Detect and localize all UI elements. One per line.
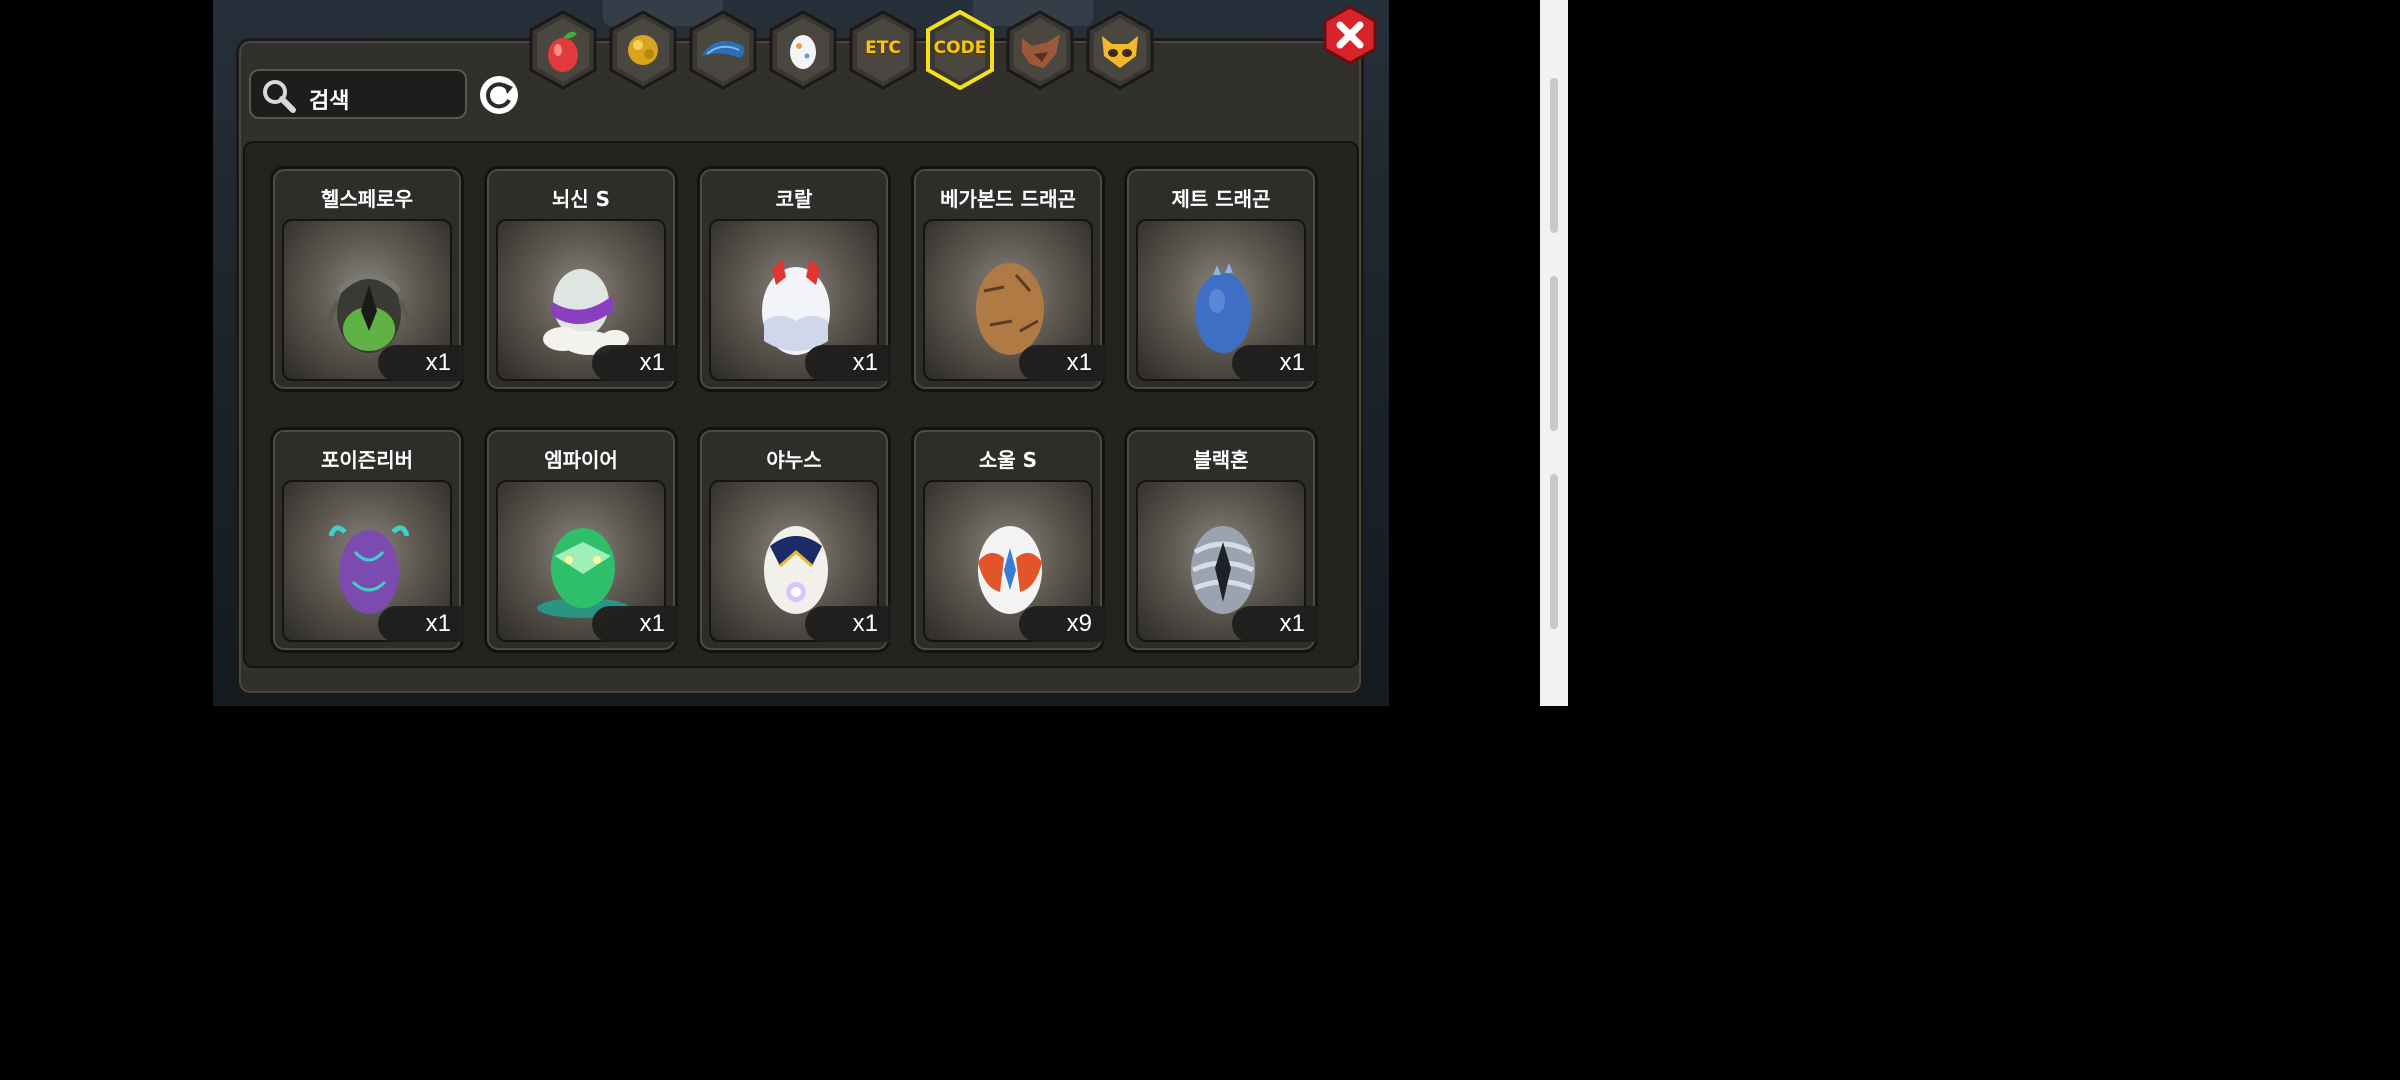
count-badge <box>378 606 464 642</box>
item-card[interactable]: 포이즌리버 x1 <box>270 427 464 653</box>
item-count: x1 <box>1279 610 1305 637</box>
scroll-segment <box>1550 78 1558 233</box>
item-card[interactable]: 블랙혼 x1 <box>1124 427 1318 653</box>
tab-code[interactable]: CODE <box>924 10 996 90</box>
item-name: 포이즌리버 <box>321 448 413 472</box>
count-badge <box>1019 606 1105 642</box>
egg-icon <box>790 35 816 69</box>
item-name: 베가본드 드래곤 <box>940 187 1076 211</box>
tab-dragon[interactable] <box>687 10 759 90</box>
item-card[interactable]: 베가본드 드래곤 x1 <box>911 166 1105 392</box>
tab-egg[interactable] <box>767 10 839 90</box>
tab-wolf[interactable] <box>1004 10 1076 90</box>
gold-nugget-icon <box>628 35 658 65</box>
item-card[interactable]: 제트 드래곤 x1 <box>1124 166 1318 392</box>
tab-mask[interactable] <box>1084 10 1156 90</box>
count-badge <box>378 345 464 381</box>
count-badge <box>805 606 891 642</box>
tab-gold[interactable] <box>607 10 679 90</box>
item-name: 뇌신 S <box>551 187 611 211</box>
count-badge <box>805 345 891 381</box>
tab-label: CODE <box>933 38 987 58</box>
item-name: 소울 S <box>978 448 1038 472</box>
item-count: x1 <box>639 610 665 637</box>
count-badge <box>592 606 678 642</box>
item-grid: 헬스페로우 x1 뇌신 S x1 코랄 x1 베가본드 드래곤 x1 제트 드래… <box>243 141 1359 668</box>
count-badge <box>1232 606 1318 642</box>
item-count: x1 <box>425 349 451 376</box>
item-card[interactable]: 소울 S x9 <box>911 427 1105 653</box>
scroll-segment <box>1550 276 1558 431</box>
close-button[interactable] <box>1321 5 1379 65</box>
count-badge <box>1232 345 1318 381</box>
search-field[interactable]: 검색 <box>249 69 467 119</box>
system-scroll-strip <box>1540 0 1568 706</box>
item-count: x1 <box>1066 349 1092 376</box>
item-name: 블랙혼 <box>1193 448 1249 472</box>
item-name: 야누스 <box>766 448 822 472</box>
item-count: x1 <box>425 610 451 637</box>
refresh-icon[interactable] <box>478 74 520 116</box>
item-count: x1 <box>1279 349 1305 376</box>
tab-etc[interactable]: ETC <box>847 10 919 90</box>
item-count: x1 <box>852 610 878 637</box>
item-card[interactable]: 야누스 x1 <box>697 427 891 653</box>
item-card[interactable]: 헬스페로우 x1 <box>270 166 464 392</box>
item-card[interactable]: 뇌신 S x1 <box>484 166 678 392</box>
scroll-segment <box>1550 474 1558 629</box>
item-card[interactable]: 코랄 x1 <box>697 166 891 392</box>
item-count: x9 <box>1066 610 1092 637</box>
category-tabs: ETC CODE <box>527 10 1157 94</box>
count-badge <box>592 345 678 381</box>
item-count: x1 <box>639 349 665 376</box>
item-name: 코랄 <box>775 187 813 211</box>
search-placeholder: 검색 <box>309 89 350 114</box>
item-card[interactable]: 엠파이어 x1 <box>484 427 678 653</box>
search-icon <box>263 80 296 113</box>
item-name: 제트 드래곤 <box>1171 187 1271 211</box>
item-name: 엠파이어 <box>544 448 618 472</box>
count-badge <box>1019 345 1105 381</box>
item-name: 헬스페로우 <box>321 187 413 211</box>
tab-label: ETC <box>865 38 901 58</box>
tab-fruit[interactable] <box>527 10 599 90</box>
item-count: x1 <box>852 349 878 376</box>
